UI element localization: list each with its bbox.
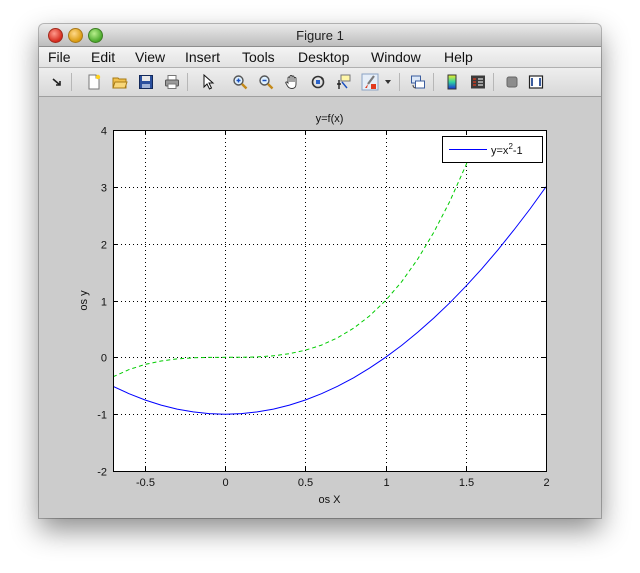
figure-canvas[interactable]: -0.5 0 0.5 1 1.5 2 -2 -1 0 1 2 3 4 y=f(x) os X os y … xyxy=(39,97,601,518)
menu-file[interactable]: File xyxy=(48,49,71,65)
menu-edit[interactable]: Edit xyxy=(91,49,115,65)
x-tick-label: 1 xyxy=(383,477,389,489)
menu-bar: File Edit View Insert Tools Desktop Wind… xyxy=(39,47,601,68)
menu-window[interactable]: Window xyxy=(371,49,421,65)
menu-insert[interactable]: Insert xyxy=(185,49,220,65)
brush-icon[interactable] xyxy=(361,73,379,91)
menu-tools[interactable]: Tools xyxy=(242,49,275,65)
colorbar-icon[interactable] xyxy=(443,73,461,91)
new-figure-icon[interactable] xyxy=(85,73,103,91)
y-tick-label: -2 xyxy=(97,467,107,479)
brush-dropdown-icon[interactable] xyxy=(383,73,393,91)
pointer-icon[interactable] xyxy=(199,73,217,91)
figure-toolbar xyxy=(39,68,601,97)
print-icon[interactable] xyxy=(163,73,181,91)
menu-help[interactable]: Help xyxy=(444,49,473,65)
figure-window: Figure 1 File Edit View Insert Tools Des… xyxy=(39,24,601,518)
window-title: Figure 1 xyxy=(296,28,344,43)
y-tick-label: 2 xyxy=(101,240,107,252)
legend-label: y=x2-1 xyxy=(491,142,523,157)
x-tick-label: 2 xyxy=(543,477,549,489)
legend[interactable]: y=x2-1 xyxy=(442,136,543,163)
plot-area[interactable]: -0.5 0 0.5 1 1.5 2-2-101234 y=f(x) os X os y … xyxy=(39,97,601,518)
x-tick-label: 0.5 xyxy=(298,477,313,489)
x-tick-label: 1.5 xyxy=(459,477,474,489)
rotate-3d-icon[interactable] xyxy=(309,73,327,91)
y-tick-label: 4 xyxy=(101,126,107,138)
dock-arrow-icon[interactable] xyxy=(48,73,66,91)
save-icon[interactable] xyxy=(137,73,155,91)
y-tick-label: 3 xyxy=(101,183,107,195)
title-bar[interactable]: Figure 1 xyxy=(39,24,601,47)
y-axis-label: os y xyxy=(78,290,90,311)
x-tick-label: 0 xyxy=(222,477,228,489)
x-axis-label: os X xyxy=(318,494,341,506)
show-tools-icon[interactable] xyxy=(527,73,545,91)
y-tick-label: 0 xyxy=(101,353,107,365)
menu-desktop[interactable]: Desktop xyxy=(298,49,349,65)
data-cursor-icon[interactable] xyxy=(335,73,353,91)
menu-view[interactable]: View xyxy=(135,49,165,65)
open-folder-icon[interactable] xyxy=(111,73,129,91)
link-plot-icon[interactable] xyxy=(409,73,427,91)
zoom-out-icon[interactable] xyxy=(257,73,275,91)
axes-background xyxy=(113,130,546,471)
x-tick-label: -0.5 xyxy=(136,477,155,489)
zoom-in-icon[interactable] xyxy=(231,73,249,91)
chart-title: y=f(x) xyxy=(316,113,344,125)
hide-tools-icon[interactable] xyxy=(503,73,521,91)
y-tick-label: 1 xyxy=(101,297,107,309)
y-tick-label: -1 xyxy=(97,410,107,422)
legend-icon[interactable] xyxy=(469,73,487,91)
pan-hand-icon[interactable] xyxy=(283,73,301,91)
